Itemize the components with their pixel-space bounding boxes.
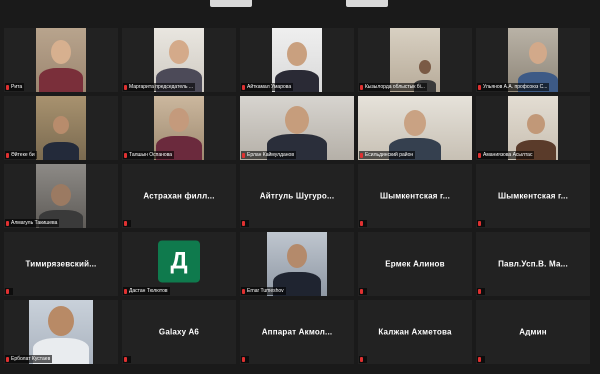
participant-tile[interactable]: Павл.Усп.В. Ма... (476, 232, 590, 296)
participant-tile[interactable]: Маргарита председатель ... (122, 28, 236, 92)
top-control-left[interactable] (210, 0, 252, 7)
participant-name: Ермек Алинов (385, 259, 445, 269)
participant-video (36, 96, 86, 160)
muted-mic-icon (242, 152, 245, 158)
participant-tile[interactable]: Әйтеке би (4, 96, 118, 160)
participant-name: Админ (519, 327, 547, 337)
muted-mic-icon (6, 84, 9, 90)
participant-name: Аманиязова Асылтас (483, 152, 533, 158)
participant-tile[interactable]: Ермек Алинов (358, 232, 472, 296)
participant-name: Кызылорда облыстык бі... (365, 84, 425, 90)
participant-tile[interactable]: Калжан Ахметова (358, 300, 472, 364)
muted-mic-icon (124, 84, 127, 90)
muted-mic-icon (360, 289, 363, 294)
muted-mic-icon (6, 289, 9, 294)
participant-name: Дастан Тюлютов (129, 288, 168, 294)
participant-name: Айткамал Умарова (247, 84, 292, 90)
avatar: Д (158, 240, 200, 283)
muted-mic-icon (360, 357, 363, 362)
participant-tile[interactable]: Кызылорда облыстык бі... (358, 28, 472, 92)
participant-gallery: Рита Маргарита председатель ... Айткамал… (4, 28, 590, 364)
muted-mic-icon (360, 221, 363, 226)
muted-mic-icon (478, 221, 481, 226)
participant-tile[interactable]: Астрахан филл... (122, 164, 236, 228)
participant-name: Алмагуль Такишева (11, 220, 58, 226)
participant-name: Тимирязевский... (25, 259, 97, 269)
muted-mic-icon (360, 84, 363, 90)
participant-video (36, 28, 86, 92)
participant-tile[interactable]: Ерболат Кустаев (4, 300, 118, 364)
participant-tile[interactable]: Д Дастан Тюлютов (122, 232, 236, 296)
muted-mic-icon (242, 221, 245, 226)
participant-tile[interactable]: Ульянов А.А. профсоюз С... (476, 28, 590, 92)
muted-mic-icon (360, 152, 363, 158)
participant-name: Рита (11, 84, 23, 90)
participant-name: Маргарита председатель ... (129, 84, 194, 90)
participant-tile[interactable]: Аманиязова Асылтас (476, 96, 590, 160)
participant-name: Шымкентская г... (379, 191, 451, 201)
muted-mic-icon (478, 152, 481, 158)
muted-mic-icon (478, 289, 481, 294)
participant-tile[interactable]: Шымкентская г... (358, 164, 472, 228)
muted-mic-icon (6, 356, 9, 362)
participant-name: Астрахан филл... (143, 191, 215, 201)
participant-name: Павл.Усп.В. Ма... (498, 259, 568, 269)
top-control-right[interactable] (346, 0, 388, 7)
participant-tile[interactable]: Айткамал Умарова (240, 28, 354, 92)
muted-mic-icon (478, 84, 481, 90)
muted-mic-icon (242, 84, 245, 90)
muted-mic-icon (124, 288, 127, 294)
participant-name: Galaxy A6 (158, 327, 200, 337)
participant-tile[interactable]: Админ (476, 300, 590, 364)
participant-tile[interactable]: Рита (4, 28, 118, 92)
participant-name: Әйтеке би (11, 152, 35, 158)
participant-name: Ernar Tumeshov (247, 288, 284, 294)
participant-tile[interactable]: Шымкентская г... (476, 164, 590, 228)
participant-name: Ерболат Кустаев (11, 356, 51, 362)
participant-tile[interactable]: Айтгуль Шугуро... (240, 164, 354, 228)
participant-tile[interactable]: Алмагуль Такишева (4, 164, 118, 228)
participant-name: Калжан Ахметова (378, 327, 452, 337)
participant-name: Шымкентская г... (497, 191, 569, 201)
participant-tile[interactable]: Galaxy A6 (122, 300, 236, 364)
participant-name: Талшын Оспанова (129, 152, 173, 158)
muted-mic-icon (478, 357, 481, 362)
participant-tile[interactable]: Ерлан Каймулданов (240, 96, 354, 160)
participant-name: Ульянов А.А. профсоюз С... (483, 84, 548, 90)
muted-mic-icon (6, 152, 9, 158)
muted-mic-icon (124, 357, 127, 362)
participant-name: Есильдинский район (365, 152, 414, 158)
participant-tile[interactable]: Тимирязевский... (4, 232, 118, 296)
participant-tile[interactable]: Талшын Оспанова (122, 96, 236, 160)
muted-mic-icon (124, 221, 127, 226)
participant-name: Ерлан Каймулданов (247, 152, 294, 158)
muted-mic-icon (6, 220, 9, 226)
participant-tile[interactable]: Есильдинский район (358, 96, 472, 160)
muted-mic-icon (124, 152, 127, 158)
participant-name: Айтгуль Шугуро... (259, 191, 335, 201)
participant-tile[interactable]: Ernar Tumeshov (240, 232, 354, 296)
muted-mic-icon (242, 357, 245, 362)
participant-tile[interactable]: Аппарат Акмол... (240, 300, 354, 364)
top-bar (0, 0, 600, 26)
muted-mic-icon (242, 288, 245, 294)
participant-name: Аппарат Акмол... (261, 327, 333, 337)
